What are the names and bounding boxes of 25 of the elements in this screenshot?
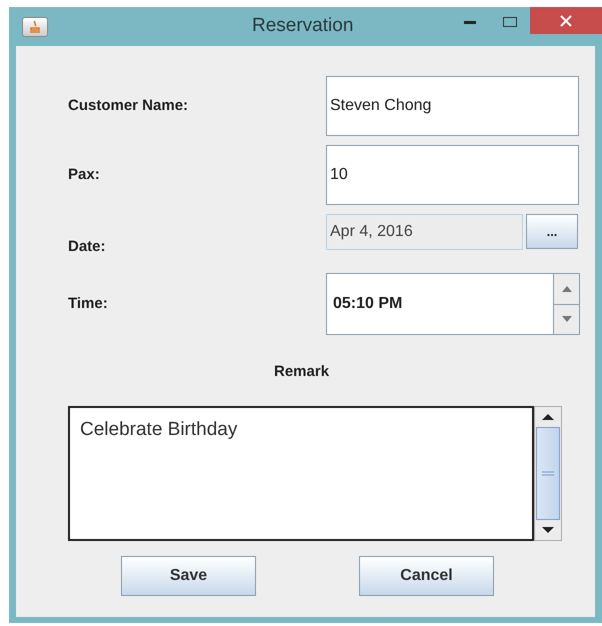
input-field[interactable]: 10: [326, 145, 579, 205]
remark-text-area[interactable]: Celebrate Birthday: [68, 406, 534, 540]
window-title: Reservation: [252, 14, 354, 38]
field-label: Time:: [68, 294, 109, 314]
down-arrow-icon: [562, 316, 572, 322]
date-picker-button[interactable]: ...: [526, 214, 578, 249]
java-app-icon: [22, 16, 48, 36]
maximize-icon: [503, 17, 517, 27]
date-field[interactable]: Apr 4, 2016: [326, 214, 523, 250]
input-field[interactable]: Steven Chong: [326, 76, 579, 136]
up-arrow-icon: [542, 414, 554, 420]
dialog-button[interactable]: Save: [121, 556, 256, 596]
field-label: Date:: [68, 237, 107, 257]
minimize-icon: [464, 20, 476, 24]
close-button[interactable]: [530, 7, 602, 34]
scrollbar-thumb[interactable]: [536, 426, 560, 520]
field-label: Pax:: [68, 164, 101, 185]
up-arrow-icon: [562, 286, 572, 292]
close-icon: [560, 14, 572, 26]
scrollbar[interactable]: [534, 406, 562, 540]
dialog-button[interactable]: Cancel: [359, 556, 494, 596]
time-spinner[interactable]: 05:10 PM: [326, 273, 580, 335]
field-label: Customer Name:: [68, 96, 190, 116]
remark-label: Remark: [274, 362, 330, 382]
down-arrow-icon: [542, 526, 554, 532]
